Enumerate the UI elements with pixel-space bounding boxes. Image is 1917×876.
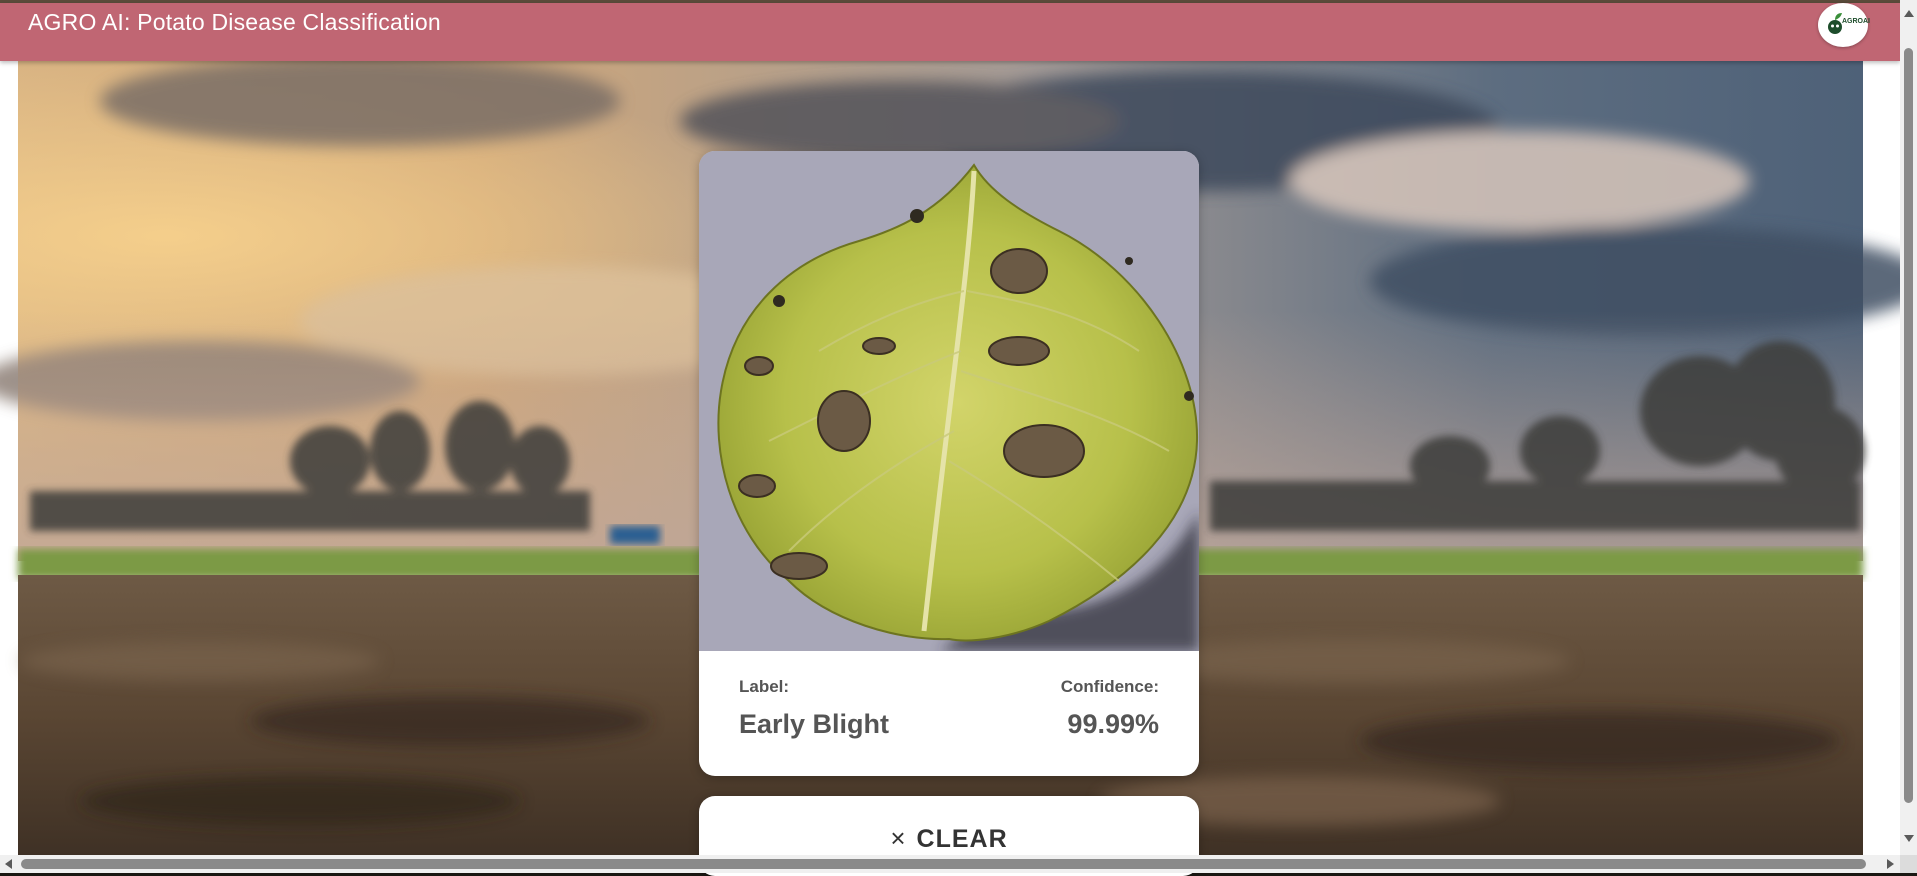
close-icon: × xyxy=(890,823,907,853)
scroll-left-icon[interactable] xyxy=(5,859,12,869)
label-value: Early Blight xyxy=(739,709,890,739)
vertical-scroll-thumb[interactable] xyxy=(1904,48,1913,803)
scroll-up-icon[interactable] xyxy=(1904,10,1914,17)
label-title: Label: xyxy=(739,677,790,696)
agroai-logo[interactable]: AGROAI xyxy=(1818,3,1870,47)
confidence-title: Confidence: xyxy=(1060,677,1159,696)
app-bar: AGRO AI: Potato Disease Classification A… xyxy=(0,3,1900,61)
vertical-scrollbar[interactable] xyxy=(1900,0,1917,855)
scroll-down-icon[interactable] xyxy=(1904,835,1914,842)
confidence-value: 99.99% xyxy=(1067,709,1159,739)
scroll-right-icon[interactable] xyxy=(1887,859,1894,869)
clear-button-label: CLEAR xyxy=(916,825,1008,853)
app-title: AGRO AI: Potato Disease Classification xyxy=(28,9,441,35)
scrollbar-corner xyxy=(1900,855,1917,873)
logo-text: AGROAI xyxy=(1842,18,1870,25)
horizontal-scroll-thumb[interactable] xyxy=(21,859,1866,869)
result-card: Label: Confidence: Early Blight 99.99% xyxy=(699,151,1199,776)
uploaded-leaf-image xyxy=(699,151,1199,651)
horizontal-scrollbar[interactable] xyxy=(0,855,1900,873)
